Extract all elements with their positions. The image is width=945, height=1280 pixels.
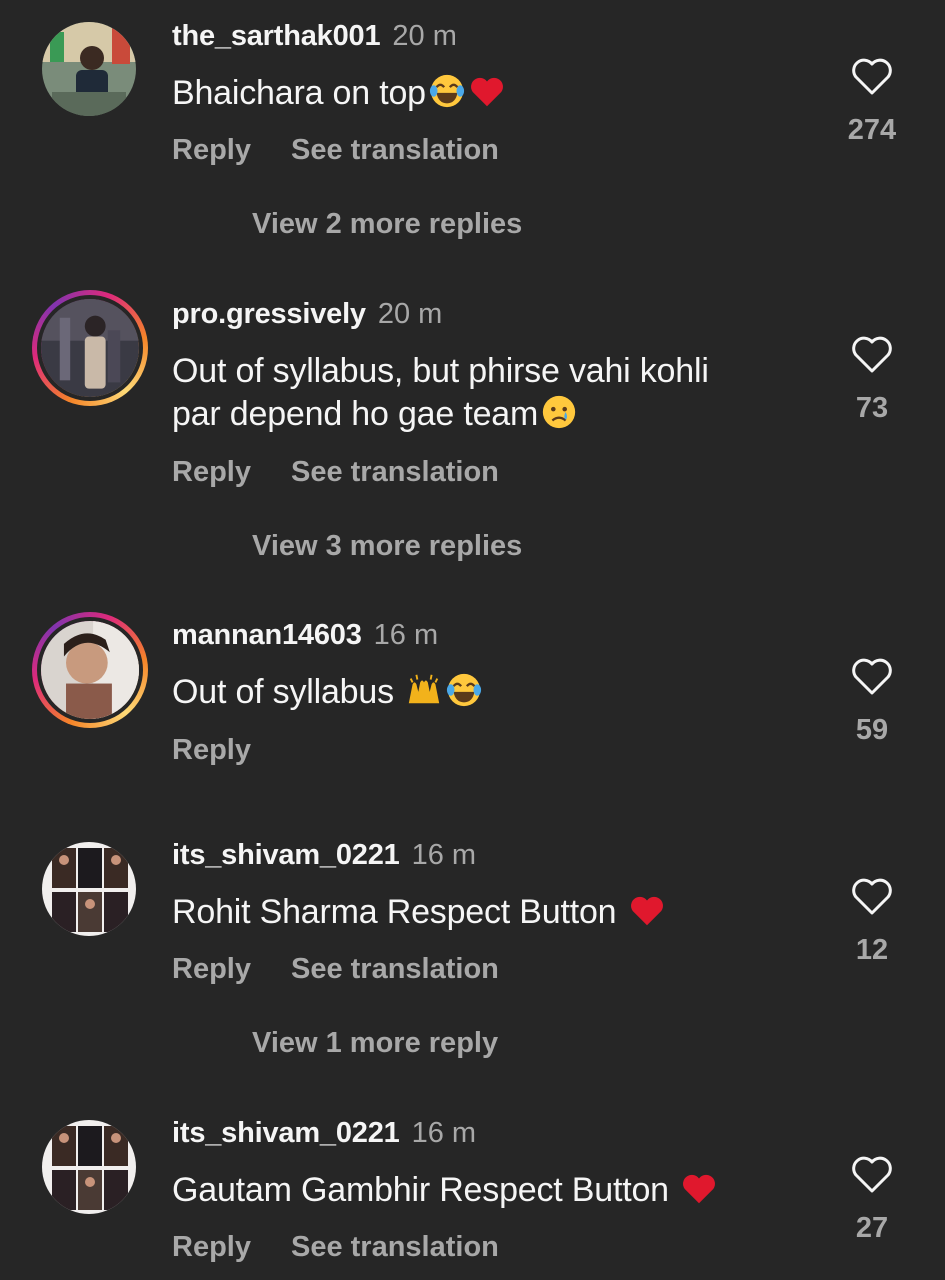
see-translation-button[interactable]: See translation (291, 1231, 499, 1263)
like-count: 59 (855, 714, 889, 746)
see-translation-button[interactable]: See translation (291, 953, 499, 985)
like-count: 12 (855, 934, 889, 966)
reply-button[interactable]: Reply (172, 1231, 251, 1263)
like-control: 274 (846, 56, 898, 147)
like-control: 59 (846, 656, 898, 747)
username[interactable]: its_shivam_0221 (172, 1117, 400, 1149)
avatar-photo (41, 299, 139, 397)
like-count: 274 (847, 114, 897, 146)
avatar[interactable] (42, 22, 136, 116)
avatar-photo (42, 842, 136, 936)
username[interactable]: its_shivam_0221 (172, 839, 400, 871)
avatar[interactable] (42, 1120, 136, 1214)
username[interactable]: pro.gressively (172, 298, 366, 330)
like-control: 27 (846, 1154, 898, 1245)
like-count: 73 (855, 392, 889, 424)
comments-list: the_sarthak001 20 m Bhaichara on top Repl… (0, 0, 945, 1280)
reply-button[interactable]: Reply (172, 953, 251, 985)
timestamp: 20 m (377, 298, 443, 330)
comment-text-block: Gautam Gambhir Respect Button (172, 1169, 812, 1212)
raised-hands-emoji (405, 671, 443, 709)
avatar-photo (41, 621, 139, 719)
avatar-with-story-ring[interactable] (32, 612, 148, 728)
view-more-replies-button[interactable]: View 3 more replies (252, 528, 522, 564)
comment-text: Bhaichara on top (172, 74, 426, 112)
username[interactable]: mannan14603 (172, 619, 362, 651)
view-more-replies-button[interactable]: View 2 more replies (252, 206, 522, 242)
avatar-photo (42, 22, 136, 116)
laughing-emoji (445, 671, 483, 709)
reply-button[interactable]: Reply (172, 456, 251, 488)
laughing-emoji (428, 72, 466, 110)
heart-outline-icon[interactable] (850, 876, 894, 916)
comment-text-block: Bhaichara on top (172, 72, 812, 115)
red-heart-emoji (468, 72, 506, 110)
username[interactable]: the_sarthak001 (172, 20, 381, 52)
timestamp: 16 m (411, 839, 477, 871)
avatar[interactable] (42, 842, 136, 936)
timestamp: 20 m (392, 20, 457, 52)
reply-button[interactable]: Reply (172, 734, 251, 766)
like-control: 12 (846, 876, 898, 967)
see-translation-button[interactable]: See translation (291, 456, 499, 488)
like-control: 73 (846, 334, 898, 425)
comment-text: Gautam Gambhir Respect Button (172, 1171, 669, 1209)
reply-button[interactable]: Reply (172, 134, 251, 166)
avatar-photo (42, 1120, 136, 1214)
comment-text-block: Rohit Sharma Respect Button (172, 891, 812, 934)
view-more-replies-button[interactable]: View 1 more reply (252, 1025, 498, 1061)
comment-text: Out of syllabus (172, 673, 394, 711)
comment-text-block: Out of syllabus, but phirse vahi kohli p… (172, 350, 812, 436)
crying-emoji (540, 393, 578, 431)
heart-outline-icon[interactable] (850, 334, 894, 374)
avatar-with-story-ring[interactable] (32, 290, 148, 406)
see-translation-button[interactable]: See translation (291, 134, 499, 166)
heart-outline-icon[interactable] (850, 1154, 894, 1194)
comment-text-line-1: Out of syllabus, but phirse vahi kohli (172, 352, 709, 390)
comment-text-line-2: par depend ho gae team (172, 395, 539, 433)
comment-text-block: Out of syllabus (172, 671, 812, 714)
timestamp: 16 m (411, 1117, 477, 1149)
like-count: 27 (855, 1212, 889, 1244)
timestamp: 16 m (373, 619, 439, 651)
comment-text: Rohit Sharma Respect Button (172, 893, 617, 931)
red-heart-emoji (680, 1169, 718, 1207)
red-heart-emoji (628, 891, 666, 929)
heart-outline-icon[interactable] (850, 656, 894, 696)
heart-outline-icon[interactable] (850, 56, 894, 96)
